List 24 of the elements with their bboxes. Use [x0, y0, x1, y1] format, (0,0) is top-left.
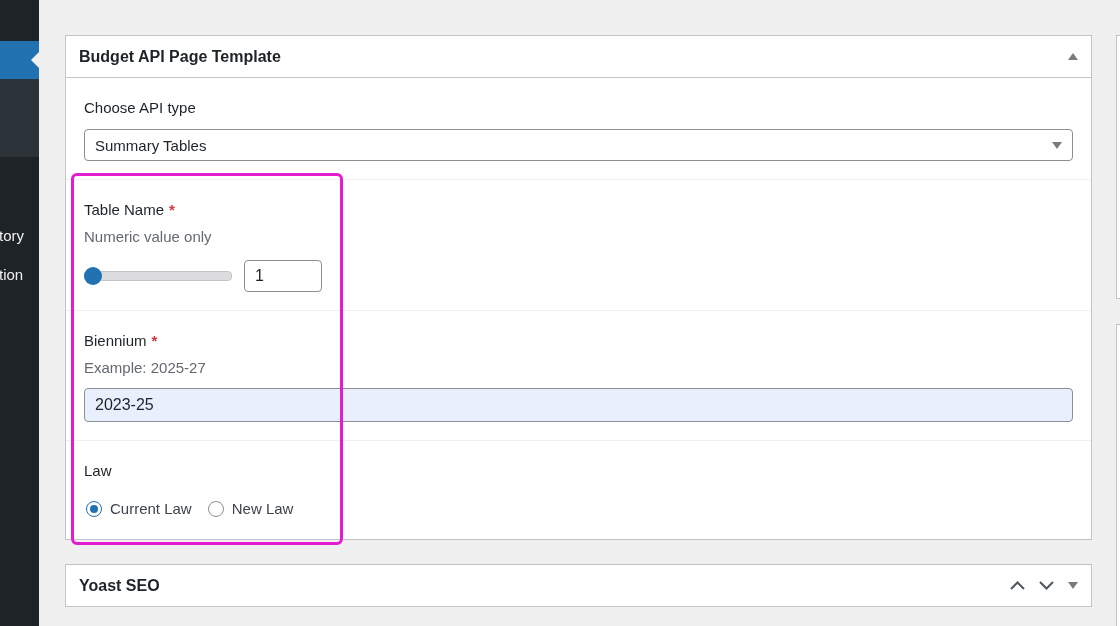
toggle-icon[interactable]	[1068, 53, 1078, 60]
input-field[interactable]: 2023-25	[84, 388, 1073, 422]
panel-title: Budget API Page Template	[79, 47, 282, 66]
toggle-icon[interactable]	[1068, 582, 1078, 589]
menu-item[interactable]	[0, 41, 39, 79]
radio-option[interactable]: Current Law	[84, 500, 192, 517]
dropdown-icon	[1052, 141, 1062, 149]
menu-item[interactable]: tion	[0, 255, 39, 294]
api-type-select[interactable]: Summary Tables	[84, 129, 1073, 161]
move-down-icon[interactable]	[1039, 581, 1054, 590]
field-label: Choose API type	[84, 99, 197, 116]
field-label: Biennium *	[84, 332, 159, 349]
field-label: Law	[84, 462, 113, 479]
slider-thumb[interactable]	[84, 267, 102, 285]
field-label: Table Name *	[84, 201, 176, 218]
menu-item[interactable]: tory	[0, 216, 39, 255]
move-up-icon[interactable]	[1010, 581, 1025, 590]
field-hint: Example: 2025-27	[84, 359, 207, 376]
field-hint: Numeric value only	[84, 228, 213, 245]
required-mark: *	[169, 201, 175, 218]
radio-option[interactable]: New Law	[205, 500, 294, 517]
required-mark: *	[151, 332, 158, 349]
number-input[interactable]: 1	[244, 260, 322, 292]
panel-title: Yoast SEO	[79, 576, 161, 595]
